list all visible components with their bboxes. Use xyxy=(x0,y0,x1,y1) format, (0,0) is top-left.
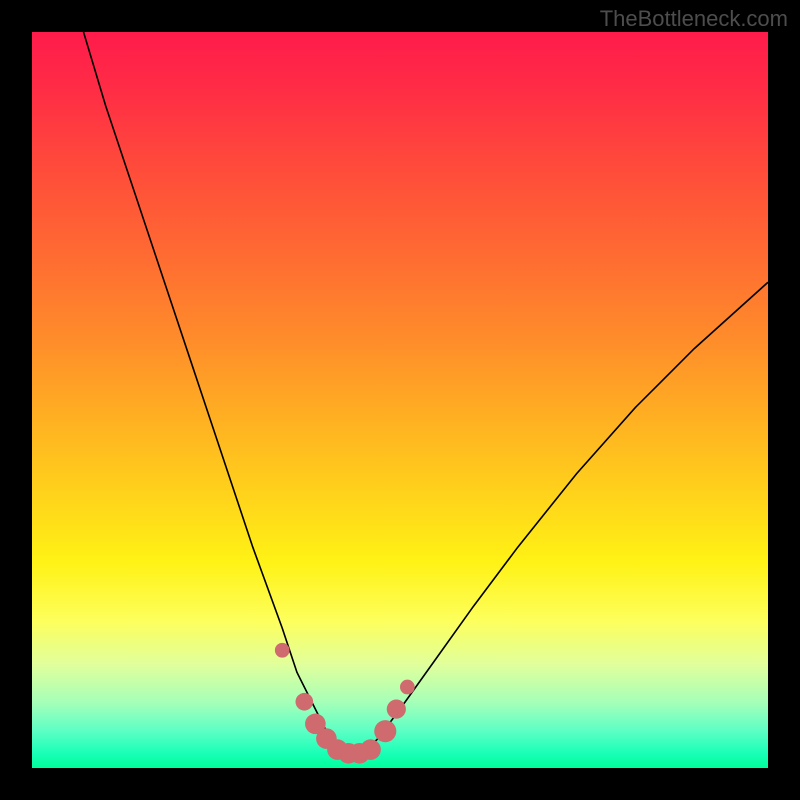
marker-point xyxy=(295,693,313,711)
marker-group xyxy=(275,643,415,764)
bottleneck-curve xyxy=(84,32,768,757)
marker-point xyxy=(400,680,415,695)
watermark-text: TheBottleneck.com xyxy=(600,6,788,32)
marker-point xyxy=(374,720,396,742)
marker-point xyxy=(387,700,406,719)
marker-point xyxy=(360,739,381,760)
chart-svg xyxy=(32,32,768,768)
marker-point xyxy=(275,643,290,658)
